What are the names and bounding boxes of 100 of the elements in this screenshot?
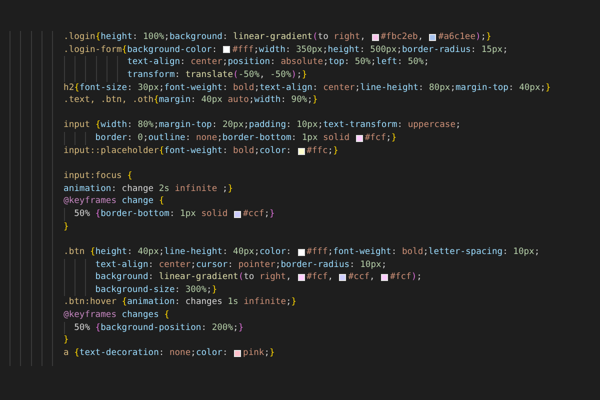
css-value: #fcf <box>390 271 412 284</box>
code-punctuation: : <box>291 132 298 145</box>
css-selector: h2 <box>64 82 74 94</box>
code-punctuation: : <box>280 94 287 107</box>
code-punctuation: ; <box>254 82 260 94</box>
code-punctuation: : <box>212 119 218 132</box>
css-value: center <box>323 82 355 94</box>
code-punctuation: : <box>132 31 139 44</box>
code-punctuation: ; <box>534 246 540 259</box>
code-bracket: } <box>333 144 338 158</box>
code-punctuation: ; <box>254 246 260 259</box>
code-punctuation: ; <box>254 44 259 56</box>
code-punctuation: : <box>180 56 186 69</box>
code-bracket: } <box>486 31 492 44</box>
code-punctuation: : <box>222 246 229 259</box>
css-number: 40px <box>519 82 540 94</box>
css-at-rule: @keyframes <box>64 309 116 322</box>
css-selector: .btn:hover <box>64 296 118 310</box>
css-property: background <box>169 31 222 44</box>
code-bracket: { <box>95 31 101 44</box>
css-number: 500px <box>370 44 397 56</box>
css-property: font-weight <box>333 246 392 259</box>
css-number: 1px <box>180 208 196 221</box>
css-number: 30px <box>138 82 159 94</box>
code-punctuation: : <box>286 144 292 158</box>
css-property: letter-spacing <box>428 246 503 259</box>
code-bracket: ( <box>238 271 244 284</box>
code-punctuation: : <box>286 119 292 132</box>
css-number: 0 <box>138 132 143 145</box>
css-property: color <box>260 144 286 158</box>
css-property: background-color <box>127 44 212 56</box>
code-bracket: { <box>122 296 128 310</box>
css-property: border-bottom <box>100 208 170 221</box>
css-number: 40px <box>138 246 159 259</box>
code-bracket: { <box>158 195 164 208</box>
css-selector: input::placeholder <box>64 144 159 158</box>
code-punctuation: ; <box>370 56 376 69</box>
code-punctuation: : <box>127 82 134 94</box>
css-property: padding <box>248 119 286 132</box>
css-selector: .login-form <box>64 44 122 56</box>
code-punctuation: : <box>158 347 166 360</box>
css-function: linear-gradient <box>158 271 238 284</box>
code-punctuation: ; <box>190 258 196 272</box>
css-value: bold <box>233 144 254 158</box>
css-property: margin-top <box>158 119 212 132</box>
css-selector: input <box>64 119 92 132</box>
code-punctuation: : <box>344 56 351 69</box>
code-punctuation: : <box>418 82 425 94</box>
css-value: center <box>158 258 191 272</box>
code-punctuation: ; <box>217 132 222 145</box>
code-punctuation: : <box>228 258 234 272</box>
code-punctuation: : <box>350 258 356 272</box>
code-punctuation: ; <box>254 144 260 158</box>
code-punctuation: ; <box>264 208 270 221</box>
code-punctuation: ; <box>318 119 324 132</box>
code-punctuation: ; <box>158 246 164 259</box>
code-text: change <box>122 182 155 196</box>
code-punctuation: : <box>222 347 229 360</box>
code-punctuation: ; <box>328 144 334 158</box>
css-property: left <box>376 56 398 69</box>
code-punctuation: ; <box>480 31 486 44</box>
code-punctuation: ; <box>502 44 508 56</box>
code-bracket: { <box>127 170 132 183</box>
code-bracket: } <box>270 347 275 360</box>
css-value: center <box>190 56 222 69</box>
css-value: infinite <box>242 296 286 310</box>
code-bracket: } <box>64 334 69 348</box>
code-punctuation: ; <box>154 119 159 132</box>
code-punctuation: ; <box>322 44 328 56</box>
css-property: color <box>196 347 222 360</box>
css-property: border-bottom <box>222 132 292 145</box>
css-value: right <box>260 271 286 284</box>
css-number: 300% <box>185 284 207 296</box>
code-punctuation: ; <box>221 182 228 196</box>
code-bracket: { <box>95 322 101 334</box>
code-text: changes <box>185 296 224 310</box>
code-punctuation: : <box>270 56 276 69</box>
code-punctuation: ; <box>244 119 249 132</box>
css-value: #ffc <box>306 144 328 158</box>
css-value: none <box>169 347 191 360</box>
code-punctuation: ; <box>158 82 164 94</box>
code-bracket: { <box>154 94 159 107</box>
css-number: 1px <box>302 132 318 145</box>
css-property: background-size <box>95 284 175 296</box>
css-property: text-transform <box>323 119 398 132</box>
css-number: 90% <box>291 94 308 107</box>
code-punctuation: : <box>222 144 229 158</box>
css-number: 20px <box>222 119 244 132</box>
css-function: linear-gradient <box>233 31 312 44</box>
css-property: animation <box>64 182 112 196</box>
code-punctuation: ; <box>142 132 148 145</box>
code-text: to <box>318 31 330 44</box>
code-punctuation: : <box>174 296 182 310</box>
code-punctuation: , <box>418 31 424 44</box>
code-punctuation: : <box>185 132 192 145</box>
code-punctuation: ; <box>248 94 254 107</box>
code-punctuation: : <box>127 119 134 132</box>
code-bracket: } <box>228 182 234 196</box>
code-punctuation: : <box>222 82 229 94</box>
css-value: none <box>196 132 218 145</box>
